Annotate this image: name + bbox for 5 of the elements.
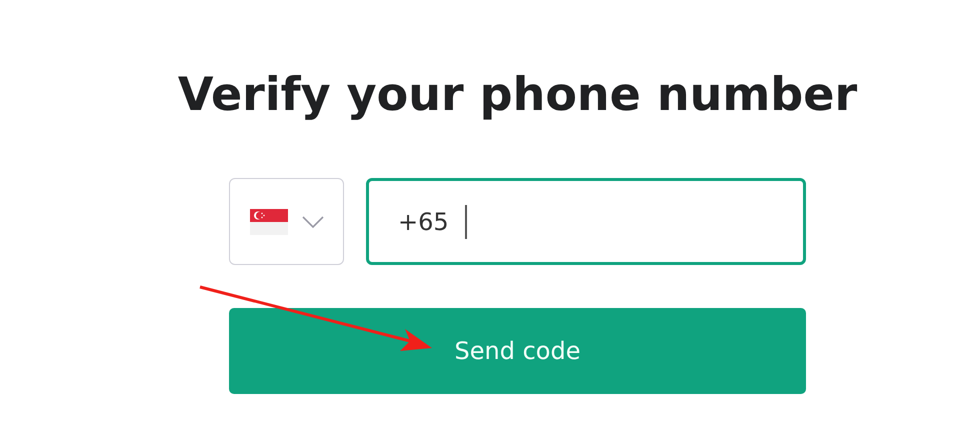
flag-icon [250, 208, 288, 234]
chevron-icon [302, 216, 324, 228]
page-title: Verify your phone number [176, 66, 858, 123]
phone-field[interactable]: +65 [366, 178, 806, 265]
country-select[interactable] [229, 178, 344, 265]
